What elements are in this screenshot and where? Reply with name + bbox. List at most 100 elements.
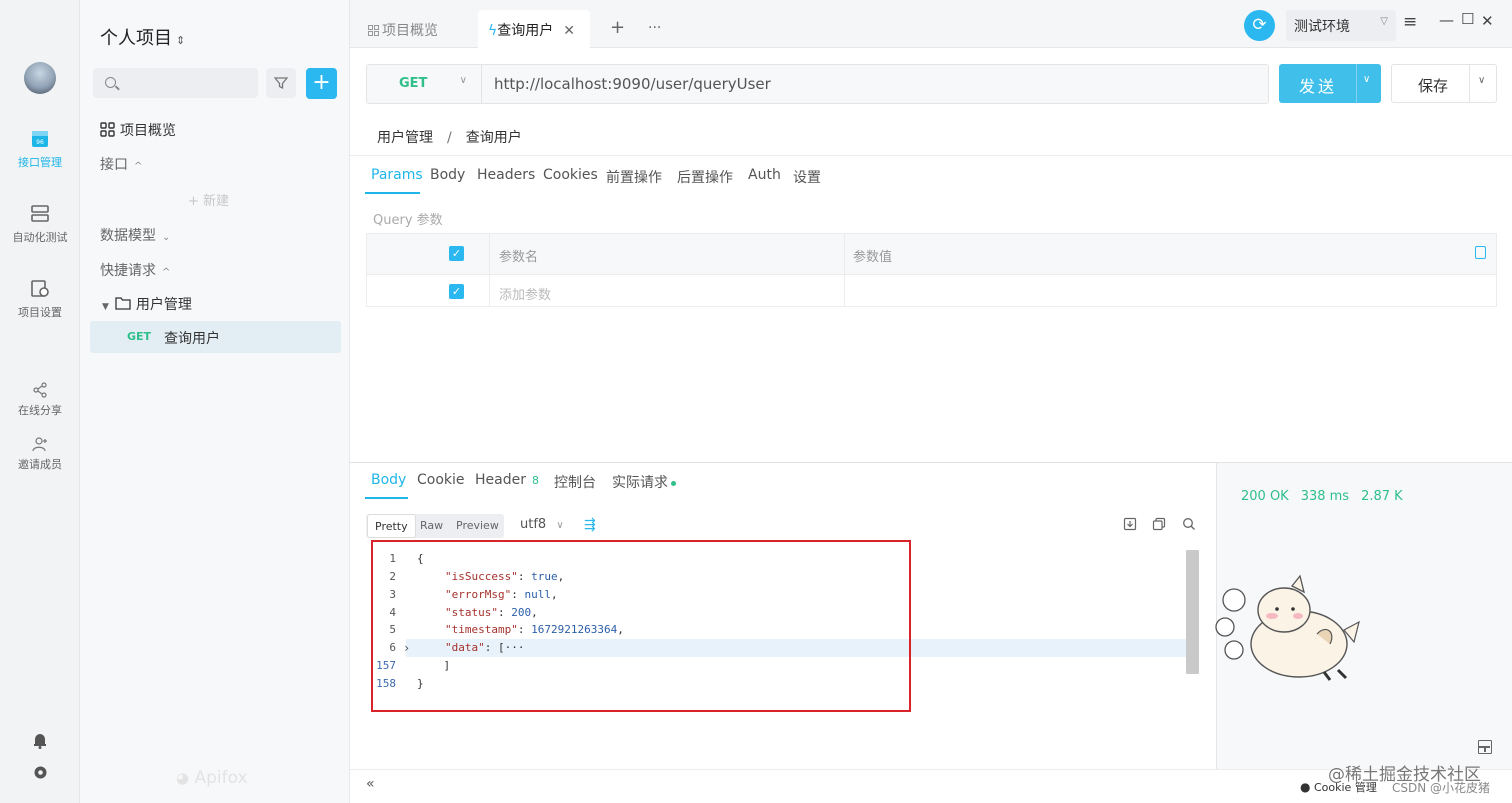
tab-post-script[interactable]: 后置操作 — [677, 167, 733, 187]
more-tabs-button[interactable]: ··· — [638, 10, 671, 48]
resp-tab-label: 实际请求 — [612, 475, 668, 491]
folder-label: 用户管理 — [135, 297, 192, 313]
encoding-select[interactable]: utf8 ∨ — [520, 517, 564, 532]
code-scrollbar[interactable] — [1186, 550, 1199, 674]
search-icon[interactable] — [1182, 517, 1196, 531]
tab-cookies[interactable]: Cookies — [543, 167, 598, 183]
sidebar-section-data-models[interactable]: 数据模型 ⌄ — [100, 225, 170, 245]
format-pretty[interactable]: Pretty — [367, 514, 416, 538]
breadcrumb-parent[interactable]: 用户管理 — [377, 130, 433, 146]
invite-member-icon — [32, 437, 47, 452]
download-icon[interactable] — [1123, 517, 1137, 531]
chevron-up-icon: ^ — [134, 161, 143, 172]
request-bar: GET ∨ http://localhost:9090/user/queryUse… — [366, 64, 1269, 104]
gear-icon[interactable] — [32, 764, 49, 781]
sort-icon: ⇕ — [176, 34, 186, 47]
breadcrumb-current: 查询用户 — [465, 130, 522, 146]
maximize-icon[interactable]: ☐ — [1461, 10, 1474, 28]
tab-headers[interactable]: Headers — [477, 167, 535, 183]
params-table: ✓ 参数名 参数值 ✓ 添加参数 — [366, 233, 1497, 307]
header-count-badge: 8 — [531, 474, 539, 487]
overview-label: 项目概览 — [120, 123, 176, 139]
mascot-sticker — [1215, 574, 1360, 681]
tab-project-overview[interactable]: 项目概览 — [358, 10, 448, 48]
new-api-link[interactable]: + 新建 — [188, 190, 229, 209]
add-param-input[interactable]: 添加参数 — [499, 284, 551, 303]
filter-button[interactable] — [266, 68, 296, 98]
menu-icon[interactable]: ≡ — [1403, 12, 1417, 32]
breadcrumb: 用户管理 / 查询用户 — [377, 127, 522, 147]
cookie-manager-label: Cookie 管理 — [1313, 781, 1377, 794]
method-badge: GET — [127, 330, 152, 343]
save-button[interactable]: 保存 ∨ — [1391, 64, 1497, 103]
sidebar-section-quick-requests[interactable]: 快捷请求 ^ — [100, 260, 170, 280]
project-switcher[interactable]: 个人项目 ⇕ — [100, 24, 185, 50]
grid-icon — [100, 122, 115, 137]
rail-label: 在线分享 — [18, 404, 62, 417]
add-button[interactable]: + — [306, 68, 337, 99]
tab-query-user[interactable]: ϟ查询用户 ✕ — [478, 10, 590, 48]
env-select[interactable]: 测试环境 ▽ — [1286, 10, 1396, 41]
copy-icon[interactable] — [1152, 517, 1166, 531]
rail-item-invite[interactable]: 邀请成员 — [0, 436, 80, 472]
close-icon[interactable]: ✕ — [563, 23, 575, 39]
resp-tab-actual-request[interactable]: 实际请求 — [612, 472, 676, 492]
sidebar: 个人项目 ⇕ + 项目概览 接口 ^ + 新建 数据模型 ⌄ 快捷请求 ^ ▼ 用户管理 … — [80, 0, 350, 803]
chevron-down-icon: ⌄ — [162, 232, 171, 243]
tab-params[interactable]: Params — [371, 167, 423, 183]
rail-item-project-settings[interactable]: 项目设置 — [0, 278, 80, 320]
folder-icon — [115, 297, 131, 310]
resp-tab-body[interactable]: Body — [371, 472, 406, 488]
sidebar-item-overview[interactable]: 项目概览 — [100, 120, 176, 140]
collapse-sidebar-button[interactable]: « — [366, 776, 375, 792]
cookie-manager-button[interactable]: ● Cookie 管理 — [1300, 779, 1377, 795]
url-input[interactable]: http://localhost:9090/user/queryUser — [494, 75, 771, 93]
api-section-label: 接口 — [100, 157, 128, 173]
new-tab-button[interactable]: + — [600, 7, 635, 45]
avatar[interactable] — [24, 62, 56, 94]
refresh-env-button[interactable]: ⟳ — [1244, 10, 1275, 41]
tab-pre-script[interactable]: 前置操作 — [606, 167, 662, 187]
automation-icon — [31, 205, 49, 222]
row-checkbox[interactable]: ✓ — [449, 284, 464, 299]
select-all-checkbox[interactable]: ✓ — [449, 246, 464, 261]
sidebar-search-input[interactable] — [93, 68, 258, 98]
tree-item-query-user[interactable]: GET 查询用户 — [90, 321, 341, 353]
rail-item-share[interactable]: 在线分享 — [0, 382, 80, 418]
bell-icon[interactable] — [32, 731, 48, 749]
rail-label: 项目设置 — [18, 306, 62, 319]
minimize-icon[interactable]: — — [1439, 11, 1454, 29]
close-window-icon[interactable]: ✕ — [1481, 12, 1494, 30]
word-wrap-icon[interactable]: ⇶ — [584, 517, 602, 535]
method-select[interactable]: GET ∨ — [367, 65, 482, 103]
chevron-down-icon: ∨ — [459, 75, 467, 86]
tab-settings[interactable]: 设置 — [793, 167, 821, 187]
resp-tab-console[interactable]: 控制台 — [554, 472, 596, 492]
chevron-down-icon: ▽ — [1380, 16, 1388, 27]
bulk-edit-icon[interactable] — [1475, 246, 1486, 259]
resp-tab-cookie[interactable]: Cookie — [417, 472, 465, 488]
sidebar-section-api[interactable]: 接口 ^ — [100, 154, 142, 174]
response-status: 200 OK 338 ms 2.87 K — [1241, 489, 1415, 504]
format-raw[interactable]: Raw — [413, 514, 450, 538]
col-param-name: 参数名 — [499, 250, 539, 265]
col-param-value: 参数值 — [853, 250, 893, 265]
search-icon — [105, 77, 116, 88]
format-preview[interactable]: Preview — [449, 514, 506, 538]
request-tabs: Params Body Headers Cookies 前置操作 后置操作 Au… — [350, 155, 1512, 195]
resp-tab-header[interactable]: Header 8 — [475, 472, 539, 488]
tree-folder-user-mgmt[interactable]: ▼ 用户管理 — [102, 294, 192, 314]
rail-item-api[interactable]: 96 接口管理 — [0, 128, 80, 170]
annotation-highlight-box — [371, 540, 911, 712]
tab-auth[interactable]: Auth — [748, 167, 781, 183]
send-button[interactable]: 发送 ∨ — [1279, 64, 1381, 103]
rail-label: 自动化测试 — [12, 231, 68, 244]
left-rail: 96 接口管理 自动化测试 项目设置 在线分享 邀请成员 — [0, 0, 80, 803]
layout-toggle-icon[interactable] — [1478, 740, 1492, 754]
chevron-down-icon[interactable]: ∨ — [1478, 75, 1485, 86]
active-tab-indicator — [365, 497, 408, 499]
chevron-down-icon[interactable]: ∨ — [1363, 74, 1370, 85]
divider — [1469, 65, 1470, 102]
tab-body[interactable]: Body — [430, 167, 465, 183]
rail-item-automation[interactable]: 自动化测试 — [0, 203, 80, 245]
